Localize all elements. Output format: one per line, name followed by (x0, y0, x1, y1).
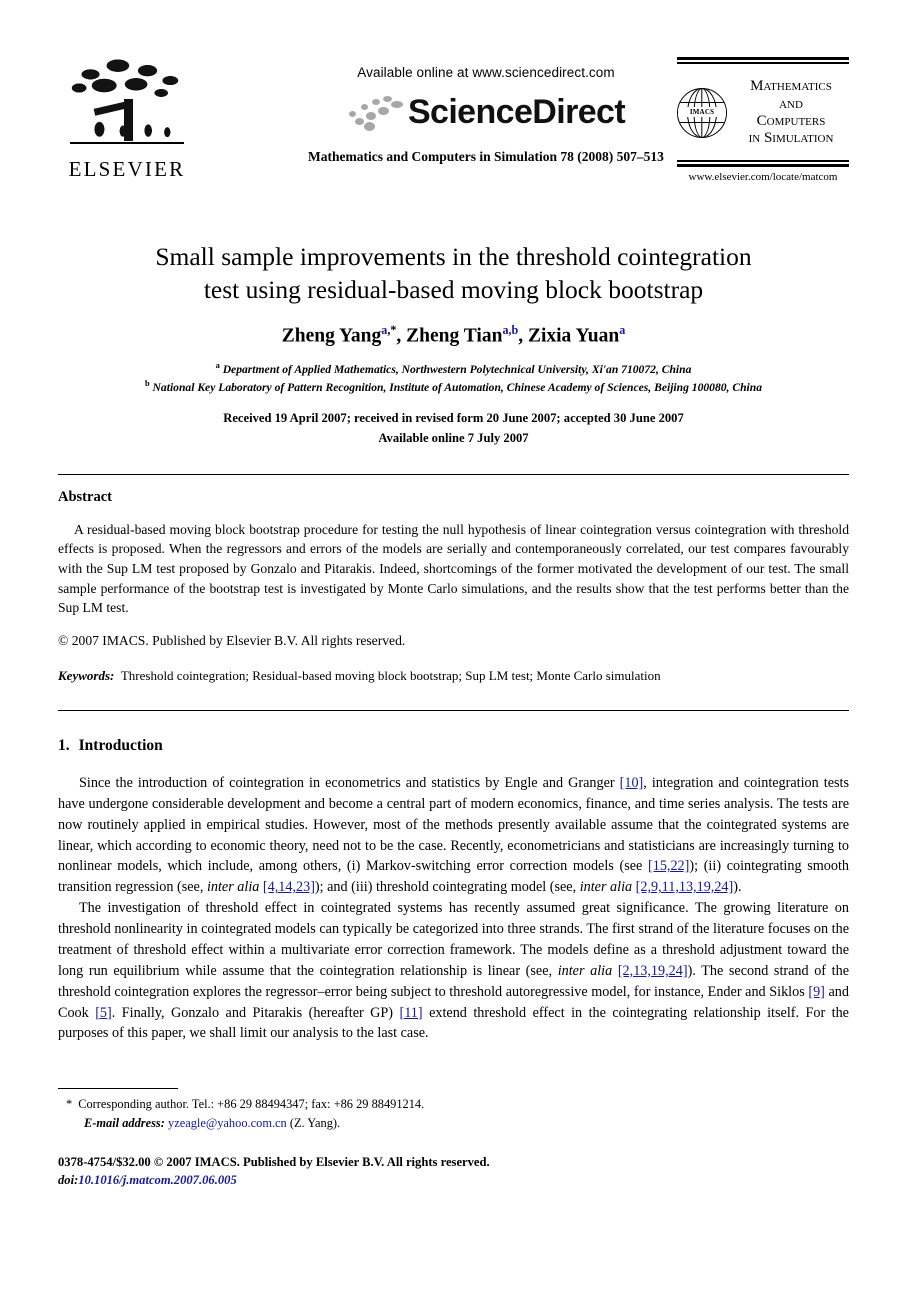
section-heading-introduction: 1. Introduction (58, 737, 849, 755)
journal-citation: Mathematics and Computers in Simulation … (308, 149, 664, 164)
page-title: Small sample improvements in the thresho… (58, 240, 849, 306)
article-history: Received 19 April 2007; received in revi… (58, 409, 849, 448)
sciencedirect-wordmark: ScienceDirect (407, 92, 626, 131)
abstract-section: Abstract A residual-based moving block b… (58, 489, 849, 684)
citation-10[interactable]: [10] (620, 775, 644, 791)
intro-paragraph-2: The investigation of threshold effect in… (58, 898, 849, 1044)
affiliation-a: a Department of Applied Mathematics, Nor… (58, 360, 849, 378)
footnote-corresponding-author: * Corresponding author. Tel.: +86 29 8849… (58, 1095, 849, 1114)
available-online-text: Available online at www.sciencedirect.co… (357, 65, 615, 80)
author-1-name: Zheng Yang (281, 325, 382, 347)
citation-2-9-11-13-19-24[interactable]: [2,9,11,13,19,24] (636, 879, 734, 895)
p1-text-7: ). (733, 879, 742, 896)
author-separator-2: , (518, 325, 528, 347)
keywords: Keywords: Threshold cointegration; Resid… (58, 668, 849, 684)
masthead: ELSEVIER Available online at www.science… (58, 55, 849, 200)
journal-url: www.elsevier.com/locate/matcom (688, 171, 838, 183)
p1-text-5: ); and (iii) threshold cointegrating mod… (314, 879, 580, 896)
journal-logo-title: Mathematics and Computers in Simulation (733, 78, 849, 148)
journal-logo-top-rule (677, 57, 849, 64)
p1-inter-alia-1: inter alia (206, 879, 260, 896)
doi-link[interactable]: 10.1016/j.matcom.2007.06.005 (78, 1173, 236, 1187)
citation-9[interactable]: [9] (808, 984, 825, 1000)
doi-label: doi: (58, 1173, 79, 1188)
abstract-copyright: © 2007 IMACS. Published by Elsevier B.V.… (58, 633, 406, 649)
title-line-1: Small sample improvements in the thresho… (155, 242, 752, 271)
affiliation-b: b National Key Laboratory of Pattern Rec… (58, 378, 849, 396)
citation-15-22[interactable]: [15,22] (648, 858, 689, 874)
email-attribution: (Z. Yang). (289, 1115, 341, 1130)
footnote-area: * Corresponding author. Tel.: +86 29 8849… (58, 1088, 849, 1132)
abstract-body: A residual-based moving block bootstrap … (58, 521, 849, 616)
p1-text-1: Since the introduction of cointegration … (79, 774, 620, 791)
imprint-block: 0378-4754/$32.00 © 2007 IMACS. Published… (58, 1153, 490, 1190)
journal-logo-line-1: Mathematics (750, 78, 832, 95)
author-list: Zheng Yanga,*, Zheng Tiana,b, Zixia Yuan… (58, 323, 849, 348)
affiliation-b-marker: b (145, 379, 150, 389)
elsevier-tree-icon (68, 55, 186, 155)
journal-logo-bottom-rule (677, 160, 849, 167)
affiliation-b-text: National Key Laboratory of Pattern Recog… (152, 380, 762, 394)
footnote-rule (58, 1088, 178, 1089)
keywords-value: Threshold cointegration; Residual-based … (120, 667, 661, 683)
footnote-corresponding-text: Corresponding author. Tel.: +86 29 88494… (78, 1097, 425, 1111)
journal-logo-line-2: and (779, 95, 803, 112)
citation-5[interactable]: [5] (95, 1005, 112, 1021)
section-title: Introduction (78, 736, 163, 754)
title-line-2: test using residual-based moving block b… (203, 275, 704, 305)
abstract-heading: Abstract (58, 489, 112, 506)
intro-paragraph-1: Since the introduction of cointegration … (58, 773, 849, 898)
affiliation-a-marker: a (215, 360, 220, 370)
elsevier-wordmark: ELSEVIER (68, 157, 186, 181)
citation-11[interactable]: [11] (400, 1005, 423, 1021)
author-3-affil-marker: a (619, 323, 626, 338)
history-available-online: Available online 7 July 2007 (378, 430, 529, 445)
sciencedirect-swoosh-icon (347, 92, 405, 132)
p2-inter-alia-1: inter alia (557, 962, 613, 979)
imacs-label: IMACS (678, 107, 726, 117)
citation-2-13-19-24[interactable]: [2,13,19,24] (618, 963, 688, 979)
email-link[interactable]: yzeagle@yahoo.com.cn (168, 1116, 287, 1130)
issn-copyright-line: 0378-4754/$32.00 © 2007 IMACS. Published… (58, 1155, 490, 1169)
footnote-email: E-mail address: yzeagle@yahoo.com.cn (Z.… (58, 1114, 849, 1133)
doi-line: doi:10.1016/j.matcom.2007.06.005 (58, 1171, 490, 1189)
paper-page: ELSEVIER Available online at www.science… (0, 55, 907, 1292)
author-separator-1: , (396, 325, 407, 347)
affiliation-a-text: Department of Applied Mathematics, North… (222, 362, 692, 376)
p2-text-5: . Finally, Gonzalo and Pitarakis (hereaf… (111, 1004, 400, 1021)
footnote-asterisk: * (66, 1097, 73, 1111)
email-label: E-mail address: (84, 1115, 165, 1130)
author-2-affil-marker: a,b (502, 323, 519, 338)
journal-logo-line-3: Computers (756, 113, 826, 129)
sciencedirect-logo: ScienceDirect (276, 89, 696, 135)
author-2-name: Zheng Tian (406, 325, 503, 347)
journal-logo-line-4: in Simulation (748, 130, 834, 147)
abstract-divider (58, 709, 849, 711)
journal-logo: IMACS Mathematics and Computers in Simul… (677, 57, 849, 183)
citation-4-14-23[interactable]: [4,14,23] (263, 879, 315, 895)
p1-inter-alia-2: inter alia (579, 879, 633, 896)
author-3-name: Zixia Yuan (527, 325, 620, 347)
section-number: 1. (58, 736, 70, 754)
header-divider (58, 474, 849, 476)
keywords-label: Keywords: (58, 667, 115, 683)
affiliations: a Department of Applied Mathematics, Nor… (58, 360, 849, 397)
imacs-globe-icon: IMACS (677, 88, 727, 138)
sciencedirect-block: Available online at www.sciencedirect.co… (276, 65, 696, 165)
elsevier-logo: ELSEVIER (64, 55, 190, 182)
title-block: Small sample improvements in the thresho… (58, 240, 849, 448)
history-received: Received 19 April 2007; received in revi… (223, 411, 684, 426)
